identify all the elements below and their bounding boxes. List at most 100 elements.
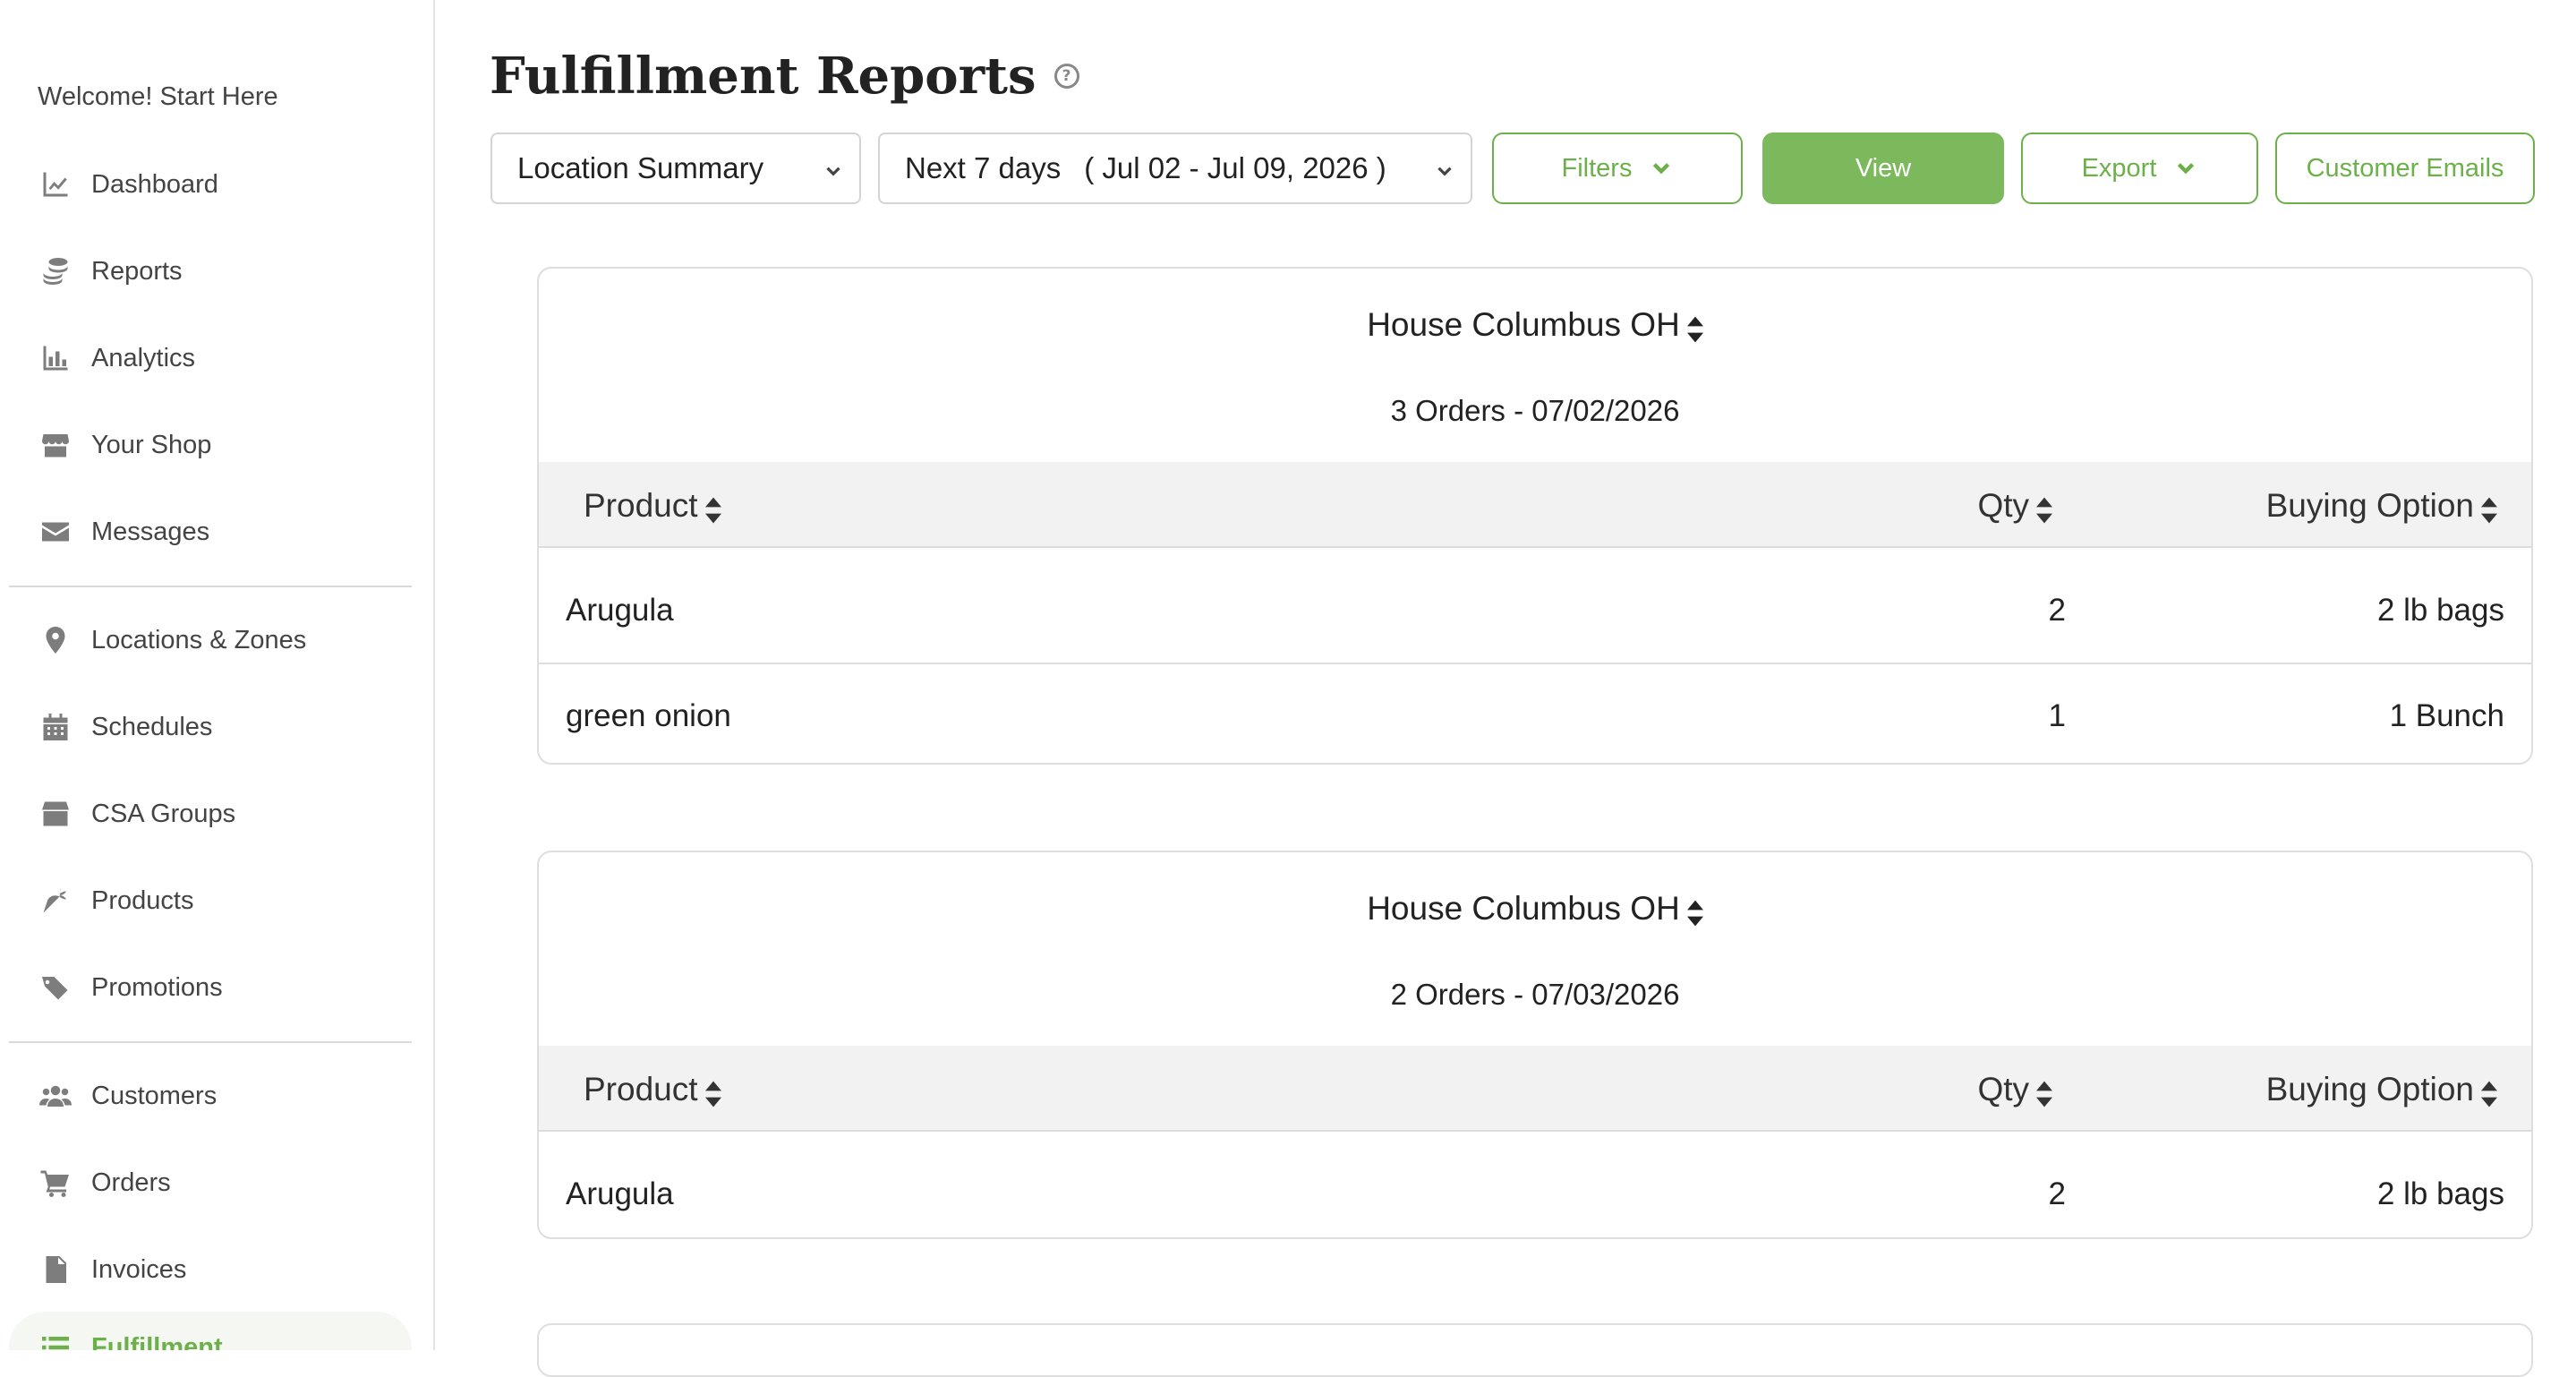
column-header-qty[interactable]: Qty (1977, 487, 2052, 525)
sidebar-item-dashboard[interactable]: Dashboard (9, 149, 412, 220)
location-name: House Columbus OH (1367, 890, 1680, 927)
sort-icon (2036, 494, 2052, 524)
location-name: House Columbus OH (1367, 306, 1680, 343)
sort-icon (2036, 1078, 2052, 1108)
page-title: Fulfillment Reports ? (490, 47, 1079, 106)
sidebar-item-label: Promotions (91, 972, 223, 1002)
report-type-select[interactable]: Location Summary (490, 133, 861, 204)
location-heading[interactable]: House Columbus OH (539, 890, 2531, 928)
orders-summary: 3 Orders - 07/02/2026 (1390, 394, 1680, 427)
sidebar-item-orders[interactable]: Orders (9, 1147, 412, 1219)
filters-label: Filters (1561, 153, 1633, 183)
column-header-label: Buying Option (2265, 487, 2474, 524)
coins-icon (38, 253, 73, 289)
sidebar-item-fulfillment[interactable]: Fulfillment (9, 1312, 412, 1350)
column-header-label: Buying Option (2265, 1071, 2474, 1108)
sidebar-item-locations-zones[interactable]: Locations & Zones (9, 604, 412, 676)
chart-line-icon (38, 167, 73, 202)
sidebar-item-reports[interactable]: Reports (9, 235, 412, 307)
qty-cell: 2 (2048, 593, 2066, 628)
users-icon (38, 1078, 73, 1114)
store-icon (38, 427, 73, 463)
page-title-text: Fulfillment Reports (490, 47, 1036, 106)
sidebar-item-label: Customers (91, 1081, 218, 1110)
table-header: Product Qty Buying Option (539, 462, 2531, 548)
chevron-down-icon (822, 156, 845, 179)
column-header-buying-option[interactable]: Buying Option (2266, 1071, 2497, 1108)
chevron-down-icon (2174, 157, 2197, 180)
column-header-buying-option[interactable]: Buying Option (2266, 487, 2497, 525)
list-icon (38, 1330, 73, 1350)
column-header-label: Product (584, 1071, 698, 1108)
sort-icon (2481, 494, 2497, 524)
sidebar-item-analytics[interactable]: Analytics (9, 322, 412, 394)
sidebar-item-products[interactable]: Products (9, 865, 412, 937)
sidebar-item-schedules[interactable]: Schedules (9, 691, 412, 763)
product-cell: green onion (566, 698, 731, 733)
date-range-value: ( Jul 02 - Jul 09, 2026 ) (1084, 151, 1386, 184)
carrot-icon (38, 883, 73, 919)
view-button[interactable]: View (1762, 133, 2004, 204)
sidebar-item-label: Analytics (91, 343, 196, 372)
buying-option-cell: 2 lb bags (2376, 1176, 2504, 1211)
sort-icon (704, 494, 721, 524)
buying-option-cell: 1 Bunch (2389, 698, 2504, 733)
help-icon[interactable]: ? (1053, 64, 1079, 89)
customer-emails-button[interactable]: Customer Emails (2275, 133, 2535, 204)
date-range-select[interactable]: Next 7 days ( Jul 02 - Jul 09, 2026 ) (878, 133, 1472, 204)
sidebar-item-label: Products (91, 885, 194, 915)
report-card: House Columbus OH 2 Orders - 07/03/2026 … (537, 851, 2533, 1239)
sidebar-item-label: CSA Groups (91, 799, 236, 828)
box-icon (38, 796, 73, 832)
welcome-link[interactable]: Welcome! Start Here (38, 82, 278, 112)
bar-chart-icon (38, 340, 73, 376)
sidebar: Welcome! Start Here Dashboard Reports An… (0, 0, 435, 1350)
calendar-icon (38, 709, 73, 745)
sidebar-item-label: Dashboard (91, 169, 218, 199)
customer-emails-label: Customer Emails (2306, 153, 2504, 183)
sidebar-item-messages[interactable]: Messages (9, 496, 412, 568)
cart-icon (38, 1165, 73, 1201)
sidebar-divider (9, 586, 412, 587)
chevron-down-icon (1433, 156, 1456, 179)
column-header-label: Qty (1977, 1071, 2029, 1108)
date-range-label: Next 7 days (905, 151, 1062, 184)
sidebar-item-label: Fulfillment (91, 1332, 223, 1351)
table-row: Arugula 2 2 lb bags (539, 559, 2531, 664)
sidebar-item-label: Your Shop (91, 430, 212, 459)
sidebar-item-label: Schedules (91, 712, 213, 741)
column-header-qty[interactable]: Qty (1977, 1071, 2052, 1108)
location-heading[interactable]: House Columbus OH (539, 306, 2531, 344)
sidebar-divider (9, 1041, 412, 1043)
report-type-value: Location Summary (517, 151, 764, 184)
sort-icon (704, 1078, 721, 1108)
product-cell: Arugula (566, 593, 674, 628)
sort-icon (1686, 897, 1703, 927)
sidebar-item-label: Messages (91, 517, 210, 546)
sidebar-item-label: Reports (91, 256, 183, 286)
sidebar-item-your-shop[interactable]: Your Shop (9, 409, 412, 481)
filters-button[interactable]: Filters (1492, 133, 1743, 204)
table-row: green onion 1 1 Bunch (539, 664, 2531, 763)
product-cell: Arugula (566, 1176, 674, 1211)
qty-cell: 1 (2048, 698, 2066, 733)
sort-icon (2481, 1078, 2497, 1108)
column-header-product[interactable]: Product (584, 1071, 721, 1108)
sort-icon (1686, 313, 1703, 343)
table-row: Arugula 2 2 lb bags (539, 1142, 2531, 1237)
table-header: Product Qty Buying Option (539, 1046, 2531, 1132)
export-button[interactable]: Export (2021, 133, 2258, 204)
report-card: House Columbus OH 3 Orders - 07/02/2026 … (537, 267, 2533, 765)
sidebar-item-promotions[interactable]: Promotions (9, 952, 412, 1023)
qty-cell: 2 (2048, 1176, 2066, 1211)
sidebar-item-customers[interactable]: Customers (9, 1060, 412, 1132)
invoice-icon (38, 1252, 73, 1287)
tags-icon (38, 970, 73, 1005)
sidebar-item-invoices[interactable]: Invoices (9, 1234, 412, 1305)
column-header-product[interactable]: Product (584, 487, 721, 525)
export-label: Export (2081, 153, 2157, 183)
map-pin-icon (38, 622, 73, 658)
column-header-label: Product (584, 487, 698, 524)
orders-summary: 2 Orders - 07/03/2026 (1390, 978, 1680, 1011)
sidebar-item-csa-groups[interactable]: CSA Groups (9, 778, 412, 850)
